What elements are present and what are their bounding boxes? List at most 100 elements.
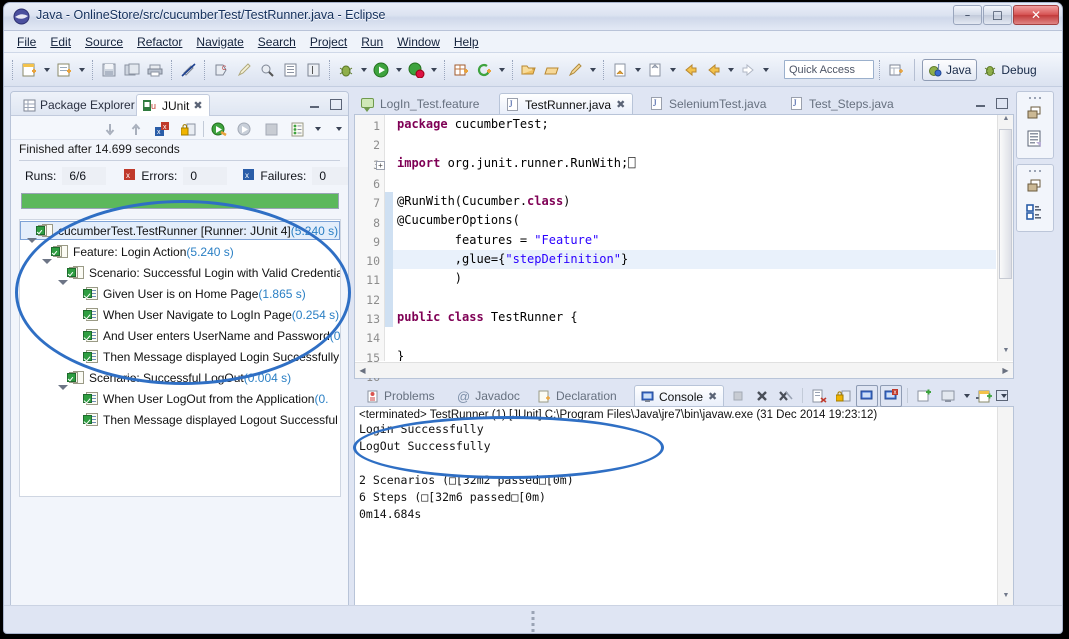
editor-tab-login-test-feature[interactable]: LogIn_Test.feature — [354, 93, 486, 115]
perspective-debug[interactable]: Debug — [978, 59, 1041, 81]
menu-window[interactable]: Window — [390, 33, 447, 51]
quick-access-input[interactable]: Quick Access — [784, 60, 874, 79]
menu-run[interactable]: Run — [354, 33, 390, 51]
debug-icon[interactable] — [335, 59, 357, 81]
rerun-test-icon[interactable] — [208, 118, 230, 140]
previous-failure-icon[interactable] — [125, 118, 147, 140]
editor-code-area[interactable]: package cucumberTest; import org.junit.ru… — [393, 115, 996, 361]
rail-group-1-grip[interactable] — [1024, 95, 1046, 101]
new-java-class-button[interactable] — [53, 59, 75, 81]
test-run-history-icon[interactable] — [286, 118, 308, 140]
outline-tree-icon[interactable] — [1026, 203, 1044, 226]
junit-maximize-icon[interactable] — [328, 97, 342, 111]
editor-scroll-down-icon[interactable]: ▼ — [998, 347, 1014, 361]
open-type-icon[interactable] — [518, 59, 540, 81]
previous-annotation-dropdown[interactable] — [667, 59, 678, 81]
tree-row[interactable]: Feature: Login Action (5.240 s) — [20, 241, 340, 264]
editor-hscroll-left-icon[interactable]: ◀ — [355, 366, 370, 375]
menu-project[interactable]: Project — [303, 33, 354, 51]
next-annotation-dropdown[interactable] — [632, 59, 643, 81]
open-console-dropdown[interactable] — [998, 385, 1009, 407]
editor-tab-close-icon[interactable]: ✖ — [616, 98, 625, 111]
new-wizard-dropdown[interactable] — [41, 59, 52, 81]
restore-icon-2[interactable] — [1027, 179, 1043, 198]
run-dropdown[interactable] — [393, 59, 404, 81]
editor-maximize-icon[interactable] — [994, 96, 1008, 110]
toggle-block-selection-icon[interactable] — [302, 59, 324, 81]
previous-annotation-icon[interactable] — [644, 59, 666, 81]
tree-row[interactable]: When User Navigate to LogIn Page (0.254 … — [20, 304, 340, 325]
pencil-icon[interactable] — [233, 59, 255, 81]
show-console-on-output-icon[interactable] — [856, 384, 878, 407]
lock-scroll-icon[interactable] — [177, 118, 199, 140]
remove-all-launches-icon[interactable] — [775, 385, 797, 407]
rail-group-2-grip[interactable] — [1024, 168, 1046, 174]
editor-vscroll-thumb[interactable] — [999, 129, 1012, 279]
tree-row[interactable]: Scenario: Successful Login with Valid Cr… — [20, 262, 340, 285]
open-perspective-icon[interactable] — [885, 59, 907, 81]
tree-row[interactable]: Scenario: Successful LogOut (0.004 s) — [20, 367, 340, 390]
rerun-failed-icon[interactable] — [234, 118, 256, 140]
console-vscrollbar[interactable]: ▼ — [997, 407, 1013, 606]
menu-help[interactable]: Help — [447, 33, 486, 51]
menu-file[interactable]: File — [10, 33, 43, 51]
clear-console-icon[interactable] — [808, 385, 830, 407]
open-task-icon[interactable] — [279, 59, 301, 81]
remove-launch-icon[interactable] — [751, 385, 773, 407]
tree-row[interactable]: When User LogOut from the Application (0… — [20, 388, 340, 409]
perspective-java[interactable]: J Java — [922, 58, 978, 81]
external-tools-dropdown[interactable] — [428, 59, 439, 81]
fold-expand-icon[interactable]: + — [376, 160, 385, 170]
menu-navigate[interactable]: Navigate — [189, 33, 250, 51]
run-icon[interactable] — [370, 59, 392, 81]
show-console-on-error-icon[interactable]: x — [880, 384, 902, 407]
pin-console-icon[interactable] — [913, 385, 935, 407]
document-outline-icon[interactable] — [1026, 130, 1044, 153]
editor-tab-test-steps-java[interactable]: J Test_Steps.java — [784, 93, 901, 115]
menu-source[interactable]: Source — [78, 33, 130, 51]
refresh-dropdown[interactable] — [496, 59, 507, 81]
editor-tab-testrunner-java[interactable]: J TestRunner.java ✖ — [499, 93, 634, 115]
tree-row[interactable]: Given User is on Home Page (1.865 s) — [20, 283, 340, 304]
new-wizard-button[interactable] — [18, 59, 40, 81]
debug-dropdown[interactable] — [358, 59, 369, 81]
minimize-button[interactable]: – — [953, 5, 982, 25]
editor-tab-seleniumtest-java[interactable]: J SeleniumTest.java — [644, 93, 773, 115]
stop-test-icon[interactable] — [260, 118, 282, 140]
open-console-icon[interactable] — [974, 385, 996, 407]
terminate-icon[interactable] — [727, 385, 749, 407]
junit-minimize-icon[interactable] — [308, 97, 322, 111]
console-scroll-down-icon[interactable]: ▼ — [998, 592, 1014, 606]
search-icon[interactable] — [564, 59, 586, 81]
next-failure-icon[interactable] — [99, 118, 121, 140]
show-failures-only-icon[interactable]: xx — [151, 118, 173, 140]
run-external-tools-icon[interactable] — [405, 59, 427, 81]
display-selected-console-icon[interactable] — [937, 385, 959, 407]
restore-icon[interactable] — [1027, 106, 1043, 125]
toggle-breadcrumb-icon[interactable]: C — [210, 59, 232, 81]
console-output[interactable]: <terminated> TestRunner (1) [JUnit] C:\P… — [359, 409, 995, 605]
toggle-mark-occurrences-icon[interactable] — [177, 59, 199, 81]
forward-icon[interactable] — [737, 59, 759, 81]
scroll-lock-icon[interactable] — [832, 385, 854, 407]
tree-row[interactable]: cucumberTest.TestRunner [Runner: JUnit 4… — [20, 221, 340, 243]
forward-dropdown[interactable] — [760, 59, 771, 81]
menu-refactor[interactable]: Refactor — [130, 33, 189, 51]
editor-minimize-icon[interactable] — [974, 96, 988, 110]
tree-row[interactable]: Then Message displayed Login Successfull… — [20, 346, 340, 367]
resize-grip[interactable] — [531, 611, 535, 632]
menu-edit[interactable]: Edit — [43, 33, 78, 51]
editor-hscrollbar[interactable]: ◀ ▶ — [355, 362, 1013, 378]
junit-view-menu-icon[interactable] — [333, 118, 344, 140]
menu-search[interactable]: Search — [251, 33, 303, 51]
save-all-icon[interactable] — [121, 59, 143, 81]
test-history-dropdown[interactable] — [312, 118, 323, 140]
tab-junit-close-icon[interactable]: ✖ — [193, 99, 202, 112]
junit-test-tree[interactable]: cucumberTest.TestRunner [Runner: JUnit 4… — [19, 219, 341, 497]
tree-row[interactable]: And User enters UserName and Password (0 — [20, 325, 340, 346]
new-java-class-dropdown[interactable] — [76, 59, 87, 81]
search-dropdown[interactable] — [587, 59, 598, 81]
search-type-icon[interactable] — [256, 59, 278, 81]
maximize-button[interactable]: □ — [983, 5, 1012, 25]
console-select-dropdown[interactable] — [961, 385, 972, 407]
